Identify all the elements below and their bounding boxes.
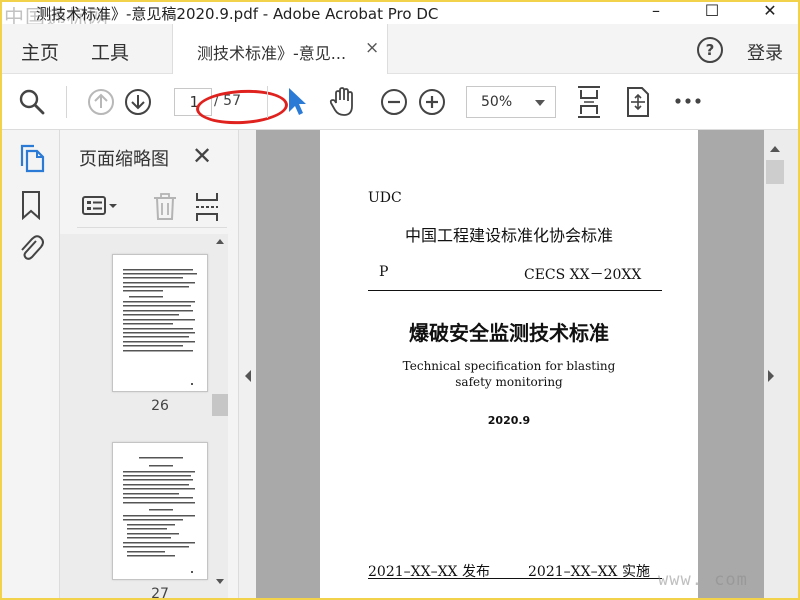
association-name: 中国工程建设标准化协会标准 <box>404 226 613 245</box>
scroll-up-arrow <box>770 146 780 152</box>
watermark-bottom: www. com <box>658 570 748 590</box>
thumbnail-page-content <box>123 269 197 385</box>
close-window-button[interactable]: ✕ <box>756 2 784 22</box>
panel-title: 页面缩略图 <box>79 149 169 170</box>
scroll-thumb <box>766 160 784 184</box>
login-button[interactable]: 登录 <box>747 39 783 65</box>
thumbnail-page-content <box>123 457 195 573</box>
search-icon[interactable] <box>18 88 46 116</box>
zoom-out-icon[interactable] <box>379 87 409 117</box>
window-title: 测技术标准》-意见稿2020.9.pdf - Adobe Acrobat Pro… <box>36 5 439 23</box>
delete-icon[interactable] <box>151 192 179 222</box>
fullscreen-icon[interactable] <box>624 86 652 118</box>
help-icon[interactable]: ? <box>697 37 723 63</box>
document-scrollbar[interactable] <box>764 130 798 598</box>
more-icon[interactable] <box>674 96 702 106</box>
bookmark-icon[interactable] <box>20 190 42 220</box>
collapse-left-arrow <box>245 370 251 382</box>
menu-tools[interactable]: 工具 <box>91 38 129 65</box>
standard-code: CECS XX－20XX <box>524 267 642 283</box>
main-toolbar: / 57 50% <box>2 74 798 130</box>
thumbnail-list[interactable]: 26 27 <box>60 234 228 600</box>
pages-icon[interactable] <box>18 144 46 174</box>
p-label: P <box>379 264 389 280</box>
acrobat-window: 中国通标网 测技术标准》-意见稿2020.9.pdf - Adobe Acrob… <box>0 0 800 600</box>
select-cursor-icon[interactable] <box>285 86 307 118</box>
chevron-down-icon <box>535 100 545 106</box>
arrow-up-icon[interactable] <box>86 87 116 117</box>
navigation-rail <box>2 130 60 598</box>
title-bar: 中国通标网 测技术标准》-意见稿2020.9.pdf - Adobe Acrob… <box>2 2 798 29</box>
maximize-button[interactable]: ☐ <box>698 2 726 22</box>
thumbnail-toolbar <box>77 182 227 228</box>
scroll-up-arrow <box>216 239 224 244</box>
page-thumbnail-26[interactable] <box>112 254 208 392</box>
document-date: 2020.9 <box>487 414 531 427</box>
thumbnail-options-icon[interactable] <box>81 194 119 218</box>
scroll-down-arrow <box>216 579 224 584</box>
panel-splitter[interactable] <box>238 130 256 598</box>
panel-close-icon[interactable]: ✕ <box>192 142 212 170</box>
document-tab[interactable]: 测技术标准》-意见... × <box>172 24 388 74</box>
document-title-en: Technical specification for blasting saf… <box>402 359 616 389</box>
arrow-down-icon[interactable] <box>123 87 153 117</box>
expand-right-arrow <box>768 370 774 382</box>
scroll-thumb <box>212 394 228 416</box>
tab-close-icon[interactable]: × <box>365 38 379 58</box>
pdf-page: UDC 中国工程建设标准化协会标准 P CECS XX－20XX 爆破安全监测技… <box>320 130 698 598</box>
zoom-select[interactable]: 50% <box>466 86 556 118</box>
document-view[interactable]: UDC 中国工程建设标准化协会标准 P CECS XX－20XX 爆破安全监测技… <box>256 130 764 598</box>
thumbnail-scrollbar[interactable] <box>212 234 228 598</box>
menu-home[interactable]: 主页 <box>21 38 59 65</box>
document-title-cn: 爆破安全监测技术标准 <box>409 321 609 345</box>
zoom-value: 50% <box>481 94 513 110</box>
thumbnail-number: 27 <box>151 586 169 600</box>
fit-page-icon[interactable] <box>574 84 604 120</box>
attachment-icon[interactable] <box>16 232 44 262</box>
page-thumbnail-27[interactable] <box>112 442 208 580</box>
hand-icon[interactable] <box>328 86 358 118</box>
header-rule <box>368 290 662 291</box>
thumbnail-number: 26 <box>151 398 169 414</box>
zoom-in-icon[interactable] <box>417 87 447 117</box>
footer-rule <box>368 578 662 579</box>
document-tab-label: 测技术标准》-意见... <box>197 44 347 63</box>
insert-icon[interactable] <box>193 191 221 223</box>
menu-bar: 主页 工具 测技术标准》-意见... × ? 登录 <box>2 24 798 74</box>
minimize-button[interactable]: – <box>642 2 670 22</box>
udc-label: UDC <box>368 190 402 206</box>
thumbnails-panel: 页面缩略图 ✕ 26 27 <box>60 130 238 600</box>
